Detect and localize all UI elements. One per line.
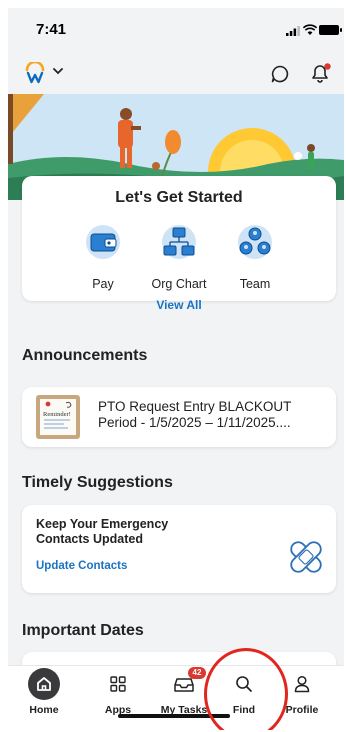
quick-action-team[interactable]: Team [220,224,290,291]
suggestion-text: Keep Your Emergency Contacts Updated [36,517,169,546]
team-icon [238,225,272,259]
svg-text:Reminder!: Reminder! [43,411,71,418]
user-icon [294,675,310,693]
signal-icon [286,26,300,36]
timely-suggestions-heading: Timely Suggestions [22,474,173,491]
chevron-down-icon[interactable] [52,66,64,76]
announcements-heading: Announcements [22,347,148,364]
notification-dot [324,63,331,70]
view-all-link[interactable]: View All [22,298,336,312]
phone-screen: 7:41 Let's Get Started Pay Org Chart Tea… [8,8,344,730]
bottom-nav: Home Apps 42 My Tasks Find Profile [8,665,344,730]
chat-icon[interactable] [270,64,290,84]
tasks-count-badge: 42 [188,667,206,679]
quick-action-pay[interactable]: Pay [68,224,138,291]
quick-action-label: Team [239,277,271,291]
wallet-icon [86,225,120,259]
announcement-text: PTO Request Entry BLACKOUT Period - 1/5/… [98,399,292,430]
announcement-thumbnail: Reminder! [36,395,80,439]
home-active-indicator [28,668,60,700]
wifi-icon [303,24,317,35]
home-icon [37,677,51,691]
nav-label: Home [29,704,59,716]
reminder-note-image: Reminder! [40,399,76,435]
app-header [8,50,344,94]
important-dates-heading: Important Dates [22,622,144,639]
status-time: 7:41 [36,21,67,38]
status-bar: 7:41 [8,8,344,50]
quick-action-label: Org Chart [151,277,207,291]
org-chart-icon [162,225,196,259]
announcement-item[interactable]: Reminder! PTO Request Entry BLACKOUT Per… [22,387,336,447]
bell-icon[interactable] [310,62,332,84]
quick-actions-title: Let's Get Started [115,189,243,206]
quick-action-org-chart[interactable]: Org Chart [144,224,214,291]
battery-icon [319,25,342,35]
workday-logo-icon[interactable] [24,62,46,84]
quick-action-label: Pay [92,277,114,291]
quick-actions-card: Let's Get Started Pay Org Chart Team Vie… [22,176,336,312]
suggestion-card: Keep Your Emergency Contacts Updated Upd… [22,505,336,593]
bandage-icon [290,541,322,573]
find-highlight-circle [204,648,288,730]
update-contacts-link[interactable]: Update Contacts [36,560,127,572]
apps-grid-icon [110,676,126,692]
